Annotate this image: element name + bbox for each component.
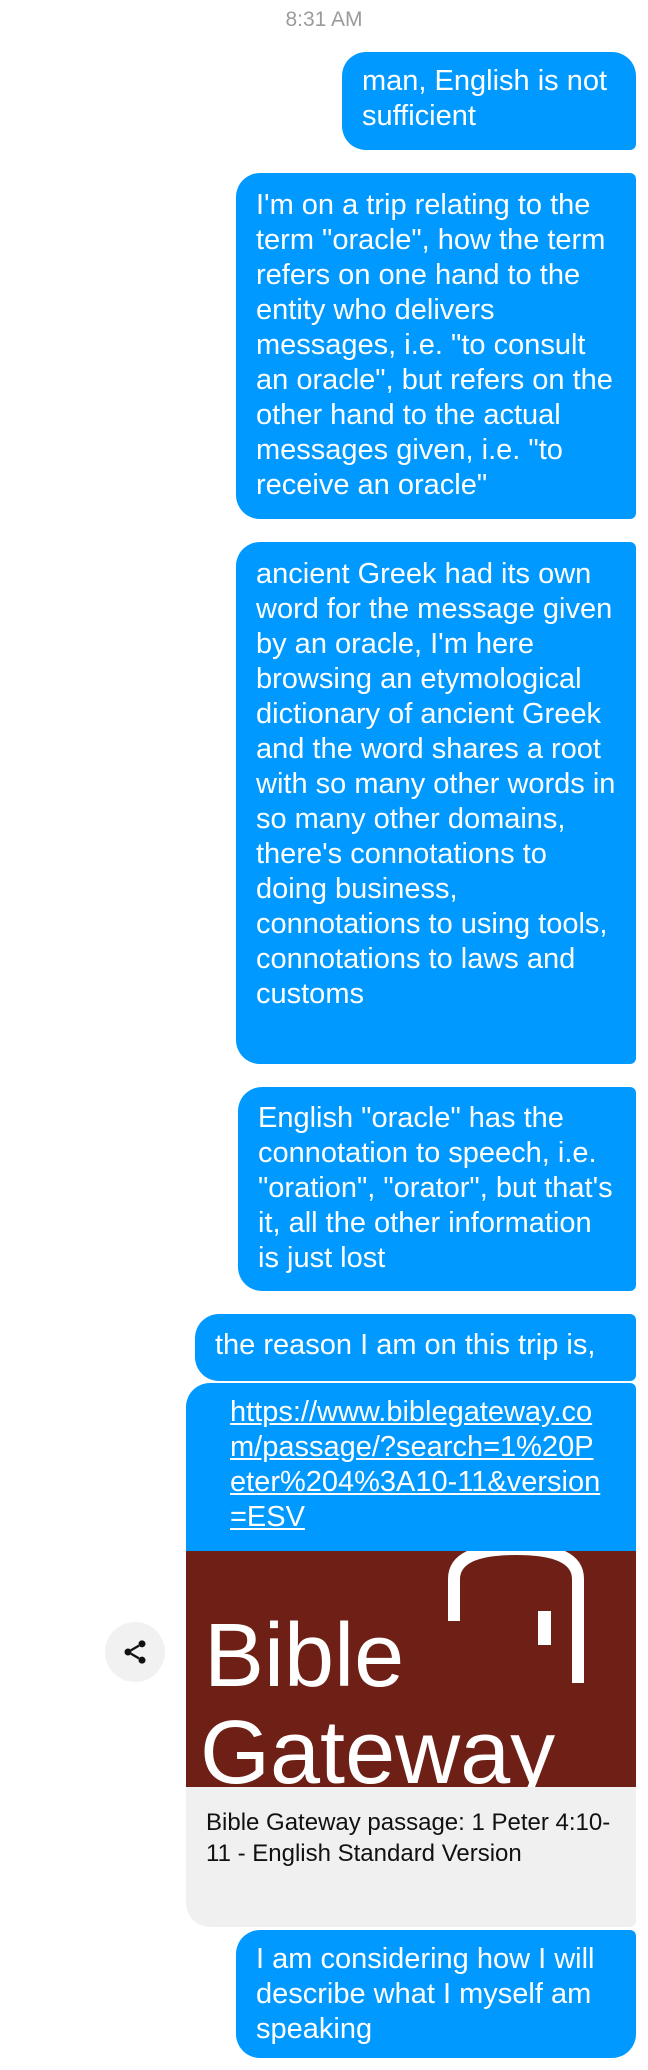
share-button[interactable] xyxy=(105,1622,165,1682)
link-message[interactable]: https://www.biblegateway.com/passage/?se… xyxy=(186,1383,636,1551)
message-bubble[interactable]: I'm on a trip relating to the term "orac… xyxy=(236,173,636,519)
message-bubble[interactable]: the reason I am on this trip is, xyxy=(195,1314,636,1381)
message-bubble[interactable]: man, English is not sufficient xyxy=(342,52,636,150)
message-bubble[interactable]: I am considering how I will describe wha… xyxy=(236,1930,636,2058)
gate-latch-icon xyxy=(538,1611,551,1645)
logo-text-gateway: Gateway xyxy=(200,1703,555,1787)
message-timestamp: 8:31 AM xyxy=(285,8,363,31)
bible-gateway-logo[interactable]: Bible Gateway xyxy=(186,1551,636,1787)
message-bubble[interactable]: English "oracle" has the connotation to … xyxy=(238,1087,636,1291)
bible-gateway-logo-graphic: Bible Gateway xyxy=(186,1551,636,1787)
share-icon xyxy=(124,1640,146,1664)
message-bubble[interactable]: ancient Greek had its own word for the m… xyxy=(236,542,636,1064)
link-preview-title[interactable]: Bible Gateway passage: 1 Peter 4:10-11 -… xyxy=(186,1787,636,1869)
link-preview-card[interactable]: https://www.biblegateway.com/passage/?se… xyxy=(186,1383,636,1927)
logo-text-bible: Bible xyxy=(204,1606,404,1706)
link-url[interactable]: https://www.biblegateway.com/passage/?se… xyxy=(230,1395,606,1535)
